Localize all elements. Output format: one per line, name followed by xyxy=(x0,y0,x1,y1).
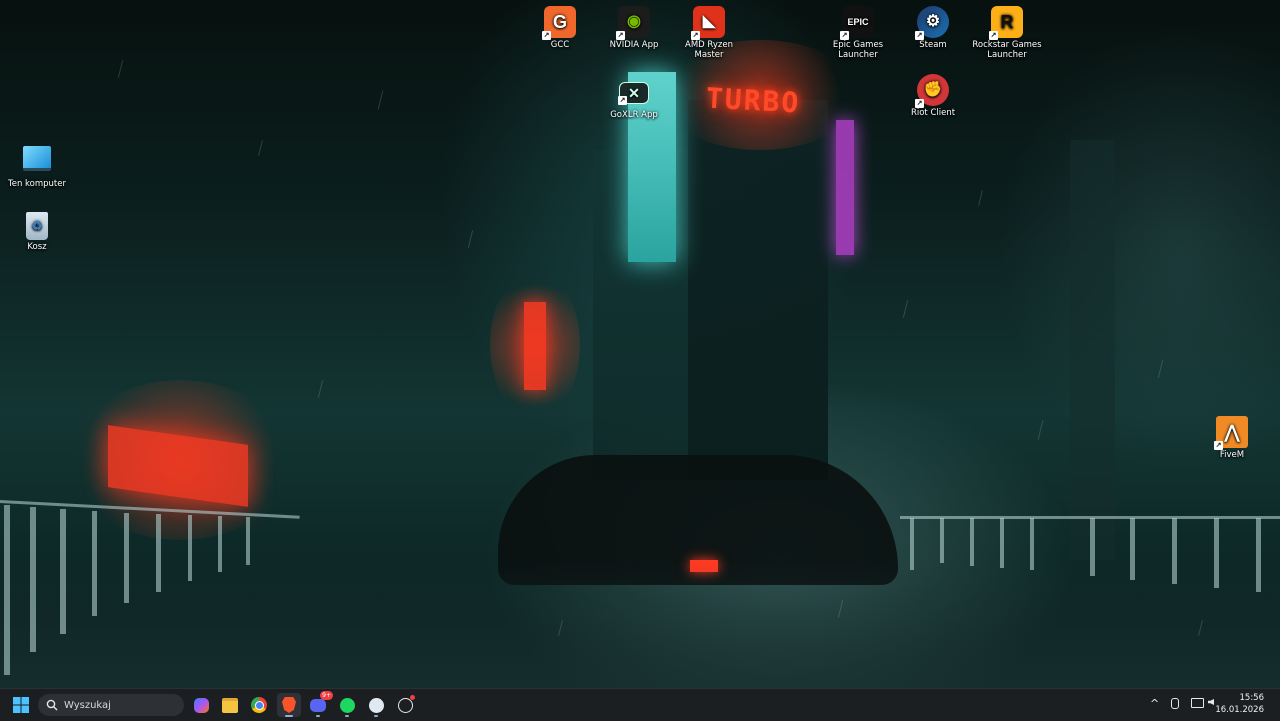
volume-icon[interactable] xyxy=(1208,699,1214,705)
spotify-icon xyxy=(339,697,355,713)
desktop-icon-gcc[interactable]: G ↗ GCC xyxy=(523,6,597,50)
steam-icon xyxy=(368,697,384,713)
taskbar-copilot[interactable] xyxy=(189,693,213,717)
desktop-icon-label: Rockstar Games Launcher xyxy=(972,40,1042,60)
desktop-icon-amd-ryzen-master[interactable]: ◣ ↗ AMD Ryzen Master xyxy=(672,6,746,60)
network-icon[interactable] xyxy=(1191,698,1204,708)
taskbar-spotify[interactable] xyxy=(335,693,359,717)
clock-time: 15:56 xyxy=(1239,693,1265,703)
desktop-icon-label: AMD Ryzen Master xyxy=(685,40,733,60)
show-hidden-icons-button[interactable]: ^ xyxy=(1150,697,1159,710)
this-pc-icon xyxy=(23,146,51,171)
desktop-icon-steam[interactable]: ⚙ ↗ Steam xyxy=(896,6,970,50)
search-placeholder: Wyszukaj xyxy=(64,699,111,711)
taskbar-chatgpt[interactable] xyxy=(393,693,417,717)
copilot-icon xyxy=(193,697,209,713)
goxlr-icon: ✕ ↗ xyxy=(618,82,649,105)
desktop-icon-label: GoXLR App xyxy=(610,110,658,120)
desktop-icon-epic-games-launcher[interactable]: EPIC ↗ Epic Games Launcher xyxy=(821,6,895,60)
desktop-icon-label: Kosz xyxy=(27,242,47,252)
desktop-icon-nvidia-app[interactable]: ◉ ↗ NVIDIA App xyxy=(597,6,671,50)
taskbar-brave[interactable] xyxy=(277,693,301,717)
desktop-icon-rockstar-games-launcher[interactable]: R ↗ Rockstar Games Launcher xyxy=(970,6,1044,60)
discord-icon xyxy=(310,698,326,712)
search-box[interactable]: Wyszukaj xyxy=(38,694,184,716)
amd-ryzen-master-icon: ◣ ↗ xyxy=(691,6,725,40)
steam-icon: ⚙ ↗ xyxy=(915,6,949,40)
file-explorer-icon xyxy=(222,697,238,713)
desktop-icon-label: FiveM xyxy=(1219,450,1245,460)
chatgpt-icon xyxy=(397,697,413,713)
start-button[interactable] xyxy=(9,693,33,717)
turbo-sign: TURBO xyxy=(705,81,802,120)
desktop-icon-recycle-bin[interactable]: ♻ Kosz xyxy=(0,212,74,252)
clock[interactable]: 15:56 16.01.2026 xyxy=(1215,692,1264,716)
desktop-icon-goxlr-app[interactable]: ✕ ↗ GoXLR App xyxy=(597,78,671,120)
desktop-icon-riot-client[interactable]: ✊ ↗ Riot Client xyxy=(896,74,970,118)
recycle-bin-icon: ♻ xyxy=(26,212,48,240)
riot-client-icon: ✊ ↗ xyxy=(915,74,949,108)
discord-badge: 9+ xyxy=(320,691,333,700)
desktop-icon-label: Ten komputer xyxy=(7,179,66,189)
desktop[interactable]: TURBO G ↗ GCC ◉ ↗ NVIDIA App ◣ ↗ AMD Ryz… xyxy=(0,0,1280,688)
nvidia-icon: ◉ ↗ xyxy=(616,6,650,40)
taskbar-steam[interactable] xyxy=(364,693,388,717)
taskbar-file-explorer[interactable] xyxy=(218,693,242,717)
taskbar-discord[interactable]: 9+ xyxy=(306,691,333,717)
windows-icon xyxy=(13,697,29,713)
microphone-icon[interactable] xyxy=(1171,698,1179,709)
fivem-icon: ⋀ ↗ xyxy=(1214,416,1248,450)
gcc-icon: G ↗ xyxy=(542,6,576,40)
desktop-icon-label: Steam xyxy=(919,40,947,50)
desktop-icon-this-pc[interactable]: Ten komputer xyxy=(0,144,74,189)
desktop-icon-label: Epic Games Launcher xyxy=(832,40,884,60)
chrome-icon xyxy=(251,697,267,713)
desktop-icon-label: Riot Client xyxy=(910,108,956,118)
clock-date: 16.01.2026 xyxy=(1215,705,1264,715)
taskbar: Wyszukaj 9+ ^ 15:56 16.01.2026 xyxy=(0,688,1280,721)
search-icon xyxy=(46,699,58,711)
epic-games-icon: EPIC ↗ xyxy=(840,6,874,40)
desktop-icon-label: NVIDIA App xyxy=(609,40,659,50)
desktop-icon-label: GCC xyxy=(550,40,570,50)
rockstar-icon: R ↗ xyxy=(989,6,1023,40)
taskbar-chrome[interactable] xyxy=(247,693,271,717)
desktop-icon-fivem[interactable]: ⋀ ↗ FiveM xyxy=(1195,416,1269,460)
brave-icon xyxy=(282,697,296,713)
